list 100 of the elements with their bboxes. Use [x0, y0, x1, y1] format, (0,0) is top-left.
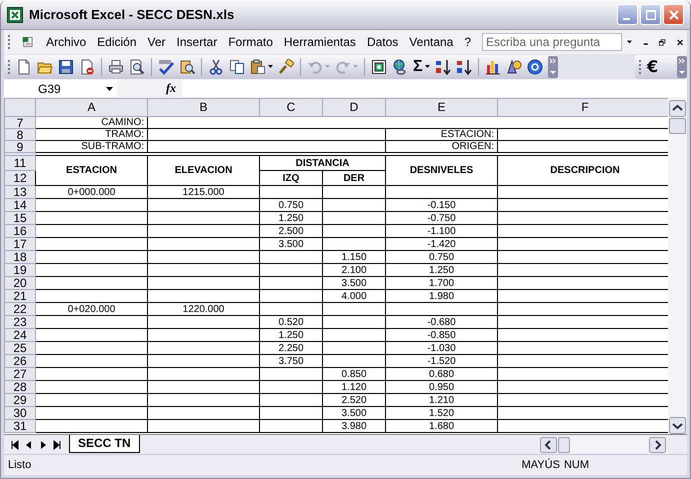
column-heading: DESNIVELES [386, 156, 498, 186]
last-sheet-icon[interactable] [52, 440, 62, 450]
table-cell: 4.000 [322, 290, 386, 302]
column-header[interactable]: E [386, 98, 498, 116]
sort-descending-icon[interactable] [456, 58, 472, 74]
row-header[interactable]: 21 [4, 290, 36, 302]
table-cell: 1220.000 [148, 302, 260, 316]
row-header[interactable]: 26 [4, 354, 36, 368]
minimize-button[interactable] [617, 4, 638, 25]
scissors-icon[interactable] [208, 58, 224, 74]
globe-link-icon[interactable] [392, 58, 408, 74]
row-header[interactable]: 16 [4, 224, 36, 238]
menu-item[interactable]: Insertar [176, 35, 218, 49]
menu-item[interactable]: ? [464, 35, 472, 49]
row-header[interactable]: 23 [4, 316, 36, 328]
row-header[interactable]: 28 [4, 380, 36, 394]
menu-item[interactable]: Herramientas [284, 35, 356, 49]
row-header[interactable]: 18 [4, 250, 36, 264]
scroll-right-icon[interactable] [649, 436, 666, 452]
row-header[interactable]: 31 [4, 420, 36, 432]
insert-function-button[interactable]: fx [166, 81, 176, 96]
row-header[interactable]: 13 [4, 186, 36, 198]
copy-icon[interactable] [229, 58, 245, 74]
row-header[interactable]: 15 [4, 212, 36, 224]
row-header[interactable]: 9 [4, 140, 36, 152]
sort-ascending-icon[interactable] [434, 58, 451, 74]
toolbar-options-icon[interactable] [677, 56, 687, 78]
vertical-scrollbar[interactable] [668, 98, 687, 434]
row-header[interactable]: 30 [4, 406, 36, 420]
paste-icon[interactable] [250, 58, 266, 74]
column-header[interactable]: B [148, 98, 260, 116]
spelling-check-icon[interactable] [158, 58, 174, 74]
row-header[interactable]: 7 [4, 116, 36, 128]
format-painter-icon[interactable] [278, 58, 294, 74]
table-cell [322, 302, 386, 316]
scroll-thumb[interactable] [558, 436, 570, 452]
scroll-down-icon[interactable] [669, 417, 686, 434]
scroll-up-icon[interactable] [669, 100, 686, 117]
row-header[interactable]: 20 [4, 276, 36, 290]
table-cell: 0.520 [260, 316, 322, 328]
row-header[interactable]: 8 [4, 128, 36, 140]
help-icon[interactable] [526, 58, 543, 74]
toolbar-options-icon[interactable] [548, 56, 558, 78]
table-cell [260, 420, 322, 432]
row-header[interactable]: 17 [4, 238, 36, 250]
table-cell: 1.520 [386, 406, 498, 420]
menu-item[interactable]: Ventana [409, 35, 454, 49]
table-cell: 1.210 [386, 394, 498, 406]
row-header[interactable]: 11 [4, 156, 36, 170]
menu-item[interactable]: Datos [366, 35, 398, 49]
row-header[interactable]: 12 [4, 170, 36, 186]
scroll-left-icon[interactable] [540, 436, 557, 452]
research-icon[interactable] [179, 58, 195, 74]
horizontal-scrollbar[interactable] [540, 436, 666, 453]
formula-input-field[interactable] [182, 80, 687, 97]
drawing-icon[interactable] [506, 58, 522, 74]
maximize-button[interactable] [640, 4, 661, 25]
row-header[interactable]: 25 [4, 342, 36, 354]
worksheet-icon[interactable] [22, 34, 34, 50]
currency-conversion-icon[interactable] [371, 58, 387, 74]
previous-sheet-icon[interactable] [24, 440, 34, 450]
window-title: Microsoft Excel - SECC DESN.xls [29, 7, 234, 22]
name-box[interactable]: G39 [4, 80, 117, 97]
next-sheet-icon[interactable] [38, 440, 48, 450]
close-icon[interactable] [676, 38, 683, 46]
dropdown-caret-icon[interactable] [268, 65, 273, 68]
new-document-icon[interactable] [16, 58, 32, 74]
menu-item[interactable]: Ver [148, 35, 166, 49]
table-cell: 0+000.000 [36, 186, 148, 198]
currency-button[interactable]: € [647, 58, 658, 74]
permission-icon[interactable] [79, 58, 95, 74]
table-cell: -1.520 [386, 354, 498, 368]
print-icon[interactable] [108, 58, 124, 74]
column-header[interactable]: F [498, 98, 668, 116]
menu-item[interactable]: Edición [97, 35, 137, 49]
column-header[interactable]: D [322, 98, 386, 116]
scroll-thumb[interactable] [669, 118, 686, 134]
first-sheet-icon[interactable] [10, 440, 20, 450]
table-cell: -0.850 [386, 328, 498, 342]
column-header[interactable]: A [36, 98, 148, 116]
row-header[interactable]: 19 [4, 264, 36, 276]
row-header[interactable]: 29 [4, 394, 36, 406]
sheet-tab[interactable]: SECC TN [69, 434, 140, 452]
help-search-field[interactable]: Escriba una pregunta [482, 33, 622, 51]
autosum-button[interactable]: Σ [413, 58, 423, 74]
column-header[interactable]: C [260, 98, 322, 116]
print-preview-icon[interactable] [129, 58, 145, 74]
close-button[interactable] [663, 4, 684, 25]
menu-item[interactable]: Formato [228, 35, 273, 49]
chart-icon[interactable] [484, 58, 501, 74]
row-header[interactable]: 22 [4, 302, 36, 316]
dropdown-caret-icon[interactable] [627, 40, 632, 44]
row-header[interactable]: 27 [4, 368, 36, 380]
column-heading: ELEVACION [148, 156, 260, 186]
row-header[interactable]: 14 [4, 198, 36, 212]
dropdown-caret-icon[interactable] [424, 65, 430, 68]
row-header[interactable]: 24 [4, 328, 36, 342]
save-icon[interactable] [58, 58, 74, 74]
restore-icon[interactable] [659, 38, 666, 46]
menu-item[interactable]: Archivo [46, 35, 86, 49]
